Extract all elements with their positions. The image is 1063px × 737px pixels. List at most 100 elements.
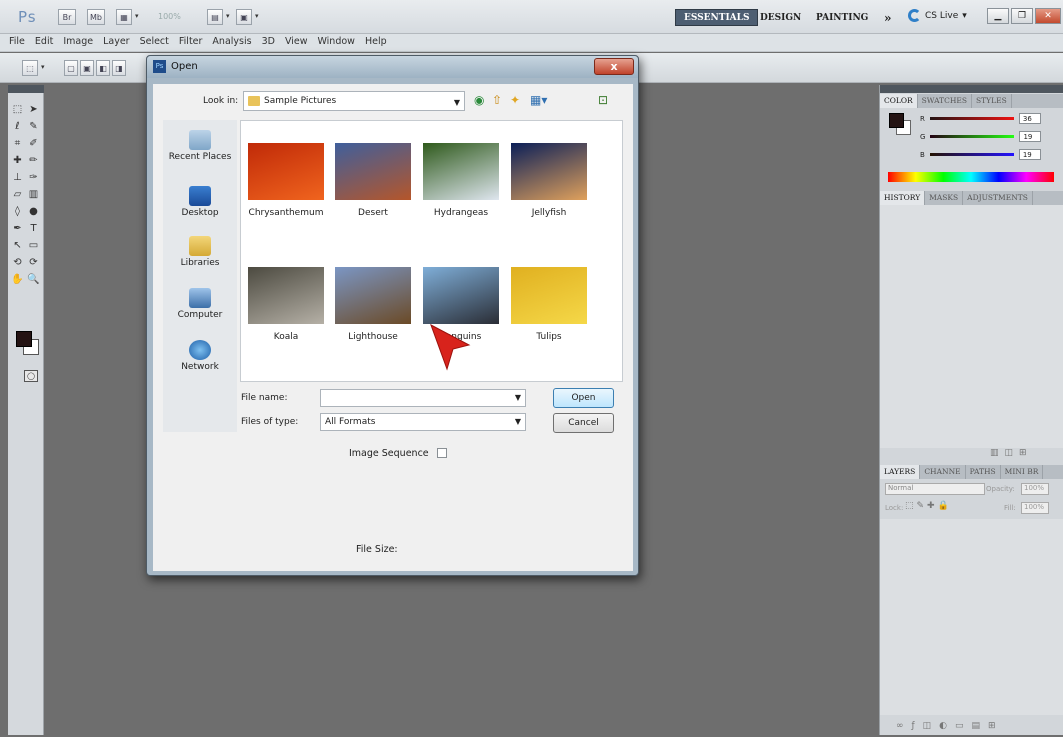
blue-value[interactable]: 19 (1018, 149, 1041, 160)
arrange-documents-icon[interactable]: ▤ (207, 9, 223, 25)
subtract-selection-icon[interactable]: ◧ (96, 60, 110, 76)
tab-paths[interactable]: PATHS (966, 465, 1001, 479)
tools-panel-header[interactable] (8, 85, 44, 93)
new-folder-icon[interactable]: ✦ (510, 93, 520, 107)
mini-bridge-button[interactable]: Mb (87, 9, 105, 25)
eraser-tool-icon[interactable]: ▱ (11, 188, 24, 201)
marquee-tool-icon[interactable]: ⬚ (11, 103, 24, 116)
green-slider[interactable] (930, 135, 1015, 138)
file-item-hydrangeas[interactable]: Hydrangeas (421, 143, 501, 218)
healing-brush-tool-icon[interactable]: ✚ (11, 154, 24, 167)
chevron-down-icon[interactable]: ▾ (41, 63, 45, 71)
workspace-painting[interactable]: PAINTING (808, 9, 876, 26)
marquee-tool-preset-icon[interactable]: ⬚ (22, 60, 38, 76)
move-tool-icon[interactable]: ➤ (27, 103, 40, 116)
clone-stamp-tool-icon[interactable]: ⊥ (11, 171, 24, 184)
history-footer-icons[interactable]: ▥◫⊞ (990, 448, 1033, 458)
blur-tool-icon[interactable]: ◊ (11, 205, 24, 218)
new-selection-icon[interactable]: ▢ (64, 60, 78, 76)
image-sequence-checkbox[interactable] (437, 448, 447, 458)
dialog-title-bar[interactable]: Ps Open x (147, 56, 638, 78)
lock-icons[interactable]: ⬚✎✚🔒 (905, 501, 952, 511)
files-of-type-select[interactable]: All Formats ▼ (320, 413, 526, 431)
file-item-lighthouse[interactable]: Lighthouse (333, 267, 413, 342)
restore-window-button[interactable]: ❐ (1011, 8, 1033, 24)
chevron-down-icon[interactable]: ▾ (226, 12, 230, 20)
red-slider[interactable] (929, 117, 1014, 120)
tab-layers[interactable]: LAYERS (880, 465, 921, 479)
menu-filter[interactable]: Filter (175, 34, 209, 51)
opacity-field[interactable]: 100% (1021, 483, 1049, 495)
blue-slider[interactable] (929, 153, 1014, 156)
file-item-chrysanthemum[interactable]: Chrysanthemum (246, 143, 326, 218)
menu-help[interactable]: Help (361, 34, 393, 51)
chevron-down-icon[interactable]: ▾ (135, 12, 139, 20)
menu-file[interactable]: File (5, 34, 31, 51)
tab-adjustments[interactable]: ADJUSTMENTS (963, 191, 1033, 205)
foreground-color-swatch-top[interactable] (16, 331, 32, 347)
red-value[interactable]: 36 (1018, 113, 1041, 124)
file-item-tulips[interactable]: Tulips (509, 267, 589, 342)
tab-mini-bridge[interactable]: MINI BR (1001, 465, 1044, 479)
shape-tool-icon[interactable]: ▭ (27, 239, 40, 252)
add-selection-icon[interactable]: ▣ (80, 60, 94, 76)
file-name-input[interactable]: ▼ (320, 389, 526, 407)
zoom-level[interactable]: 100% (158, 12, 181, 21)
view-menu-icon[interactable]: ▦▾ (530, 93, 547, 107)
menu-analysis[interactable]: Analysis (208, 34, 257, 51)
history-brush-tool-icon[interactable]: ✑ (27, 171, 40, 184)
path-selection-tool-icon[interactable]: ↖ (11, 239, 24, 252)
eyedropper-tool-icon[interactable]: ✐ (27, 137, 40, 150)
menu-image[interactable]: Image (59, 34, 99, 51)
back-icon[interactable]: ◉ (474, 93, 484, 107)
menu-layer[interactable]: Layer (99, 34, 136, 51)
menu-edit[interactable]: Edit (31, 34, 59, 51)
place-network[interactable]: Network (163, 340, 237, 372)
workspace-essentials[interactable]: ESSENTIALS (675, 9, 759, 26)
intersect-selection-icon[interactable]: ◨ (112, 60, 126, 76)
file-item-jellyfish[interactable]: Jellyfish (509, 143, 589, 218)
menu-view[interactable]: View (281, 34, 314, 51)
screen-mode-icon[interactable]: ▣ (236, 9, 252, 25)
file-item-desert[interactable]: Desert (333, 143, 413, 218)
look-in-select[interactable]: Sample Pictures ▼ (243, 91, 465, 111)
cancel-button[interactable]: Cancel (553, 413, 614, 433)
panel-dock-header[interactable] (880, 85, 1063, 93)
gradient-tool-icon[interactable]: ▥ (27, 188, 40, 201)
layers-list[interactable] (880, 519, 1063, 715)
tab-color[interactable]: COLOR (880, 94, 918, 108)
dialog-close-button[interactable]: x (594, 58, 634, 75)
crop-tool-icon[interactable]: ⌗ (11, 137, 24, 150)
type-tool-icon[interactable]: T (27, 222, 40, 235)
history-list[interactable] (880, 205, 1063, 448)
menu-3d[interactable]: 3D (258, 34, 281, 51)
tab-masks[interactable]: MASKS (925, 191, 964, 205)
dodge-tool-icon[interactable]: ● (27, 205, 40, 218)
color-spectrum-ramp[interactable] (888, 172, 1054, 182)
zoom-tool-icon[interactable]: 🔍 (27, 273, 40, 286)
tab-channels[interactable]: CHANNE (920, 465, 966, 479)
lasso-tool-icon[interactable]: ℓ (11, 120, 24, 133)
layers-footer-icons[interactable]: ∞ƒ◫◐▭▤⊞ (896, 721, 1004, 731)
menu-window[interactable]: Window (313, 34, 360, 51)
blend-mode-select[interactable]: Normal (885, 483, 985, 495)
place-computer[interactable]: Computer (163, 288, 237, 320)
view-extras-icon[interactable]: ▦ (116, 9, 132, 25)
up-one-level-icon[interactable]: ⇧ (492, 93, 502, 107)
cs-live-menu[interactable]: CS Live ▾ (908, 9, 967, 22)
minimize-window-button[interactable]: ▁ (987, 8, 1009, 24)
open-button[interactable]: Open (553, 388, 614, 408)
place-desktop[interactable]: Desktop (163, 186, 237, 218)
menu-select[interactable]: Select (136, 34, 175, 51)
place-recent-places[interactable]: Recent Places (163, 130, 237, 162)
quick-mask-icon[interactable]: ◯ (24, 370, 38, 382)
tab-history[interactable]: HISTORY (880, 191, 926, 205)
panel-foreground-swatch-top[interactable] (889, 113, 904, 128)
fill-field[interactable]: 100% (1021, 502, 1049, 514)
workspace-design[interactable]: DESIGN (752, 9, 809, 26)
tab-swatches[interactable]: SWATCHES (918, 94, 973, 108)
bridge-button[interactable]: Br (58, 9, 76, 25)
3d-orbit-tool-icon[interactable]: ⟳ (27, 256, 40, 269)
quick-select-tool-icon[interactable]: ✎ (27, 120, 40, 133)
brush-tool-icon[interactable]: ✏ (27, 154, 40, 167)
